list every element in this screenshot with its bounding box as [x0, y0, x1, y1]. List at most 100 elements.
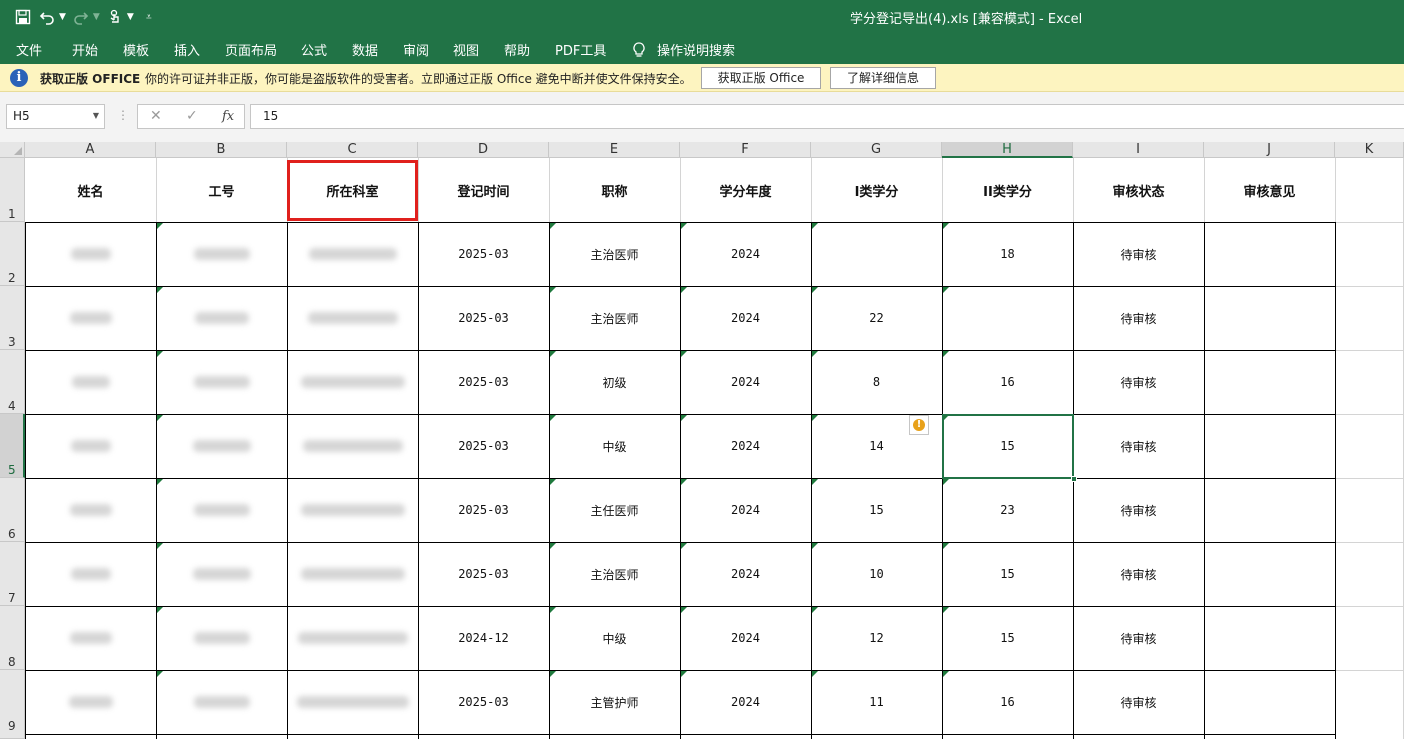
review-status-cell[interactable]: 待审核 [1073, 286, 1204, 350]
job-title-cell[interactable]: 中级 [549, 414, 680, 478]
row-header-3[interactable]: 3 [0, 286, 25, 350]
row-header-9[interactable]: 9 [0, 670, 25, 739]
row-header-4[interactable]: 4 [0, 350, 25, 414]
credit-year-cell[interactable]: 2024 [680, 478, 811, 542]
tab-formulas[interactable]: 公式 [301, 40, 327, 59]
job-title-cell[interactable]: 主管护师 [549, 670, 680, 734]
review-status-cell[interactable]: 待审核 [1073, 478, 1204, 542]
customize-toolbar-icon[interactable]: ⩡ [140, 6, 158, 28]
tab-pdf-tools[interactable]: PDF工具 [555, 40, 606, 59]
name-cell-redacted[interactable] [25, 478, 156, 542]
fill-handle[interactable] [1071, 476, 1077, 482]
review-comment-cell[interactable] [1204, 414, 1335, 478]
column-header-f[interactable]: F [680, 142, 811, 158]
tab-page-layout[interactable]: 页面布局 [225, 40, 277, 59]
redo-dropdown-icon[interactable]: ▼ [93, 12, 100, 22]
credit-year-cell[interactable]: 2024 [680, 606, 811, 670]
staff-id-cell-redacted[interactable] [156, 606, 287, 670]
review-status-cell[interactable]: 待审核 [1073, 606, 1204, 670]
register-time-cell[interactable]: 2025-03 [418, 414, 549, 478]
class2-credits-cell[interactable]: 16 [942, 350, 1073, 414]
review-status-cell[interactable]: 待审核 [1073, 222, 1204, 286]
column-header-a[interactable]: A [25, 142, 156, 158]
review-comment-cell[interactable] [1204, 350, 1335, 414]
credit-year-cell[interactable]: 2024 [680, 542, 811, 606]
header-cell-class2-credits[interactable]: II类学分 [942, 158, 1073, 222]
header-cell-review-status[interactable]: 审核状态 [1073, 158, 1204, 222]
review-status-cell[interactable]: 待审核 [1073, 350, 1204, 414]
redo-icon[interactable] [72, 6, 90, 28]
header-cell-job-title[interactable]: 职称 [549, 158, 680, 222]
select-all-corner[interactable] [0, 142, 25, 158]
class1-credits-cell[interactable]: 11 [811, 670, 942, 734]
staff-id-cell-redacted[interactable] [156, 542, 287, 606]
department-cell-redacted[interactable] [287, 542, 418, 606]
department-cell-redacted[interactable] [287, 350, 418, 414]
credit-year-cell[interactable]: 2024 [680, 286, 811, 350]
staff-id-cell-redacted[interactable] [156, 350, 287, 414]
job-title-cell[interactable]: 主治医师 [549, 222, 680, 286]
class2-credits-cell[interactable]: 15 [942, 606, 1073, 670]
register-time-cell[interactable]: 2025-03 [418, 286, 549, 350]
tab-help[interactable]: 帮助 [504, 40, 530, 59]
tab-file[interactable]: 文件 [16, 40, 42, 59]
department-cell-redacted[interactable] [287, 222, 418, 286]
name-cell-redacted[interactable] [25, 414, 156, 478]
job-title-cell[interactable]: 主治医师 [549, 542, 680, 606]
tab-insert[interactable]: 插入 [174, 40, 200, 59]
review-status-cell[interactable]: 待审核 [1073, 542, 1204, 606]
class1-credits-cell[interactable]: 8 [811, 350, 942, 414]
header-cell-credit-year[interactable]: 学分年度 [680, 158, 811, 222]
register-time-cell[interactable]: 2024-12 [418, 606, 549, 670]
name-cell-redacted[interactable] [25, 542, 156, 606]
tab-view[interactable]: 视图 [453, 40, 479, 59]
review-comment-cell[interactable] [1204, 606, 1335, 670]
review-comment-cell[interactable] [1204, 286, 1335, 350]
job-title-cell[interactable]: 中级 [549, 606, 680, 670]
enter-check-icon[interactable]: ✓ [186, 108, 198, 124]
class2-credits-cell[interactable]: 23 [942, 478, 1073, 542]
name-cell-redacted[interactable] [25, 606, 156, 670]
review-comment-cell[interactable] [1204, 542, 1335, 606]
header-cell-name[interactable]: 姓名 [25, 158, 156, 222]
register-time-cell[interactable]: 2025-03 [418, 222, 549, 286]
class1-credits-cell[interactable] [811, 222, 942, 286]
class1-credits-cell[interactable]: 12 [811, 606, 942, 670]
register-time-cell[interactable]: 2025-03 [418, 670, 549, 734]
cancel-icon[interactable]: ✕ [150, 108, 162, 124]
credit-year-cell[interactable]: 2024 [680, 350, 811, 414]
staff-id-cell-redacted[interactable] [156, 222, 287, 286]
credit-year-cell[interactable]: 2024 [680, 222, 811, 286]
row-header-8[interactable]: 8 [0, 606, 25, 670]
touch-mode-icon[interactable] [106, 6, 124, 28]
insert-function-icon[interactable]: fx [222, 109, 234, 124]
column-header-h[interactable]: H [942, 142, 1073, 158]
column-header-d[interactable]: D [418, 142, 549, 158]
class2-credits-cell[interactable] [942, 286, 1073, 350]
row-header-5[interactable]: 5 [0, 414, 25, 478]
staff-id-cell-redacted[interactable] [156, 670, 287, 734]
department-cell-redacted[interactable] [287, 670, 418, 734]
department-cell-redacted[interactable] [287, 286, 418, 350]
department-cell-redacted[interactable] [287, 606, 418, 670]
header-cell-register-time[interactable]: 登记时间 [418, 158, 549, 222]
department-cell-redacted[interactable] [287, 478, 418, 542]
job-title-cell[interactable]: 主治医师 [549, 286, 680, 350]
name-box[interactable]: H5 ▼ [6, 104, 105, 129]
name-cell-redacted[interactable] [25, 286, 156, 350]
header-cell-class1-credits[interactable]: I类学分 [811, 158, 942, 222]
undo-icon[interactable] [38, 6, 56, 28]
staff-id-cell-redacted[interactable] [156, 286, 287, 350]
name-cell-redacted[interactable] [25, 350, 156, 414]
staff-id-cell-redacted[interactable] [156, 478, 287, 542]
column-header-j[interactable]: J [1204, 142, 1335, 158]
register-time-cell[interactable]: 2025-03 [418, 542, 549, 606]
column-header-b[interactable]: B [156, 142, 287, 158]
tab-data[interactable]: 数据 [352, 40, 378, 59]
learn-more-button[interactable]: 了解详细信息 [830, 67, 936, 89]
lightbulb-icon[interactable] [632, 42, 646, 62]
touch-mode-dropdown-icon[interactable]: ▼ [127, 12, 134, 22]
undo-dropdown-icon[interactable]: ▼ [59, 12, 66, 22]
column-header-i[interactable]: I [1073, 142, 1204, 158]
class1-credits-cell[interactable]: 15 [811, 478, 942, 542]
